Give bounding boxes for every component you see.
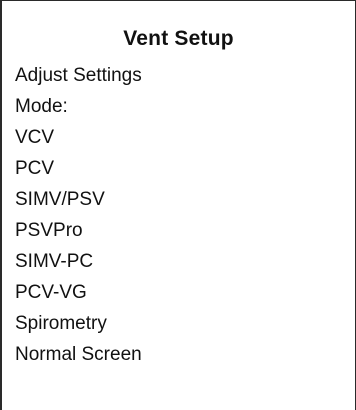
menu-item-normal-screen[interactable]: Normal Screen	[15, 344, 349, 375]
menu-item-simv-psv[interactable]: SIMV/PSV	[15, 189, 349, 220]
mode-label: Mode:	[15, 96, 68, 117]
screen-title: Vent Setup	[123, 27, 234, 50]
menu-item-adjust-settings[interactable]: Adjust Settings	[15, 65, 349, 96]
menu-item-pcv[interactable]: PCV	[15, 158, 349, 189]
menu-item-psvpro[interactable]: PSVPro	[15, 220, 349, 251]
vent-setup-panel: Vent Setup Adjust Settings Mode: VCV PCV…	[0, 0, 356, 410]
menu-item-simv-pc[interactable]: SIMV-PC	[15, 251, 349, 282]
menu-item-pcv-vg[interactable]: PCV-VG	[15, 282, 349, 313]
vent-setup-menu: Adjust Settings Mode: VCV PCV SIMV/PSV P…	[15, 65, 349, 375]
menu-item-vcv[interactable]: VCV	[15, 127, 349, 158]
menu-item-spirometry[interactable]: Spirometry	[15, 313, 349, 344]
